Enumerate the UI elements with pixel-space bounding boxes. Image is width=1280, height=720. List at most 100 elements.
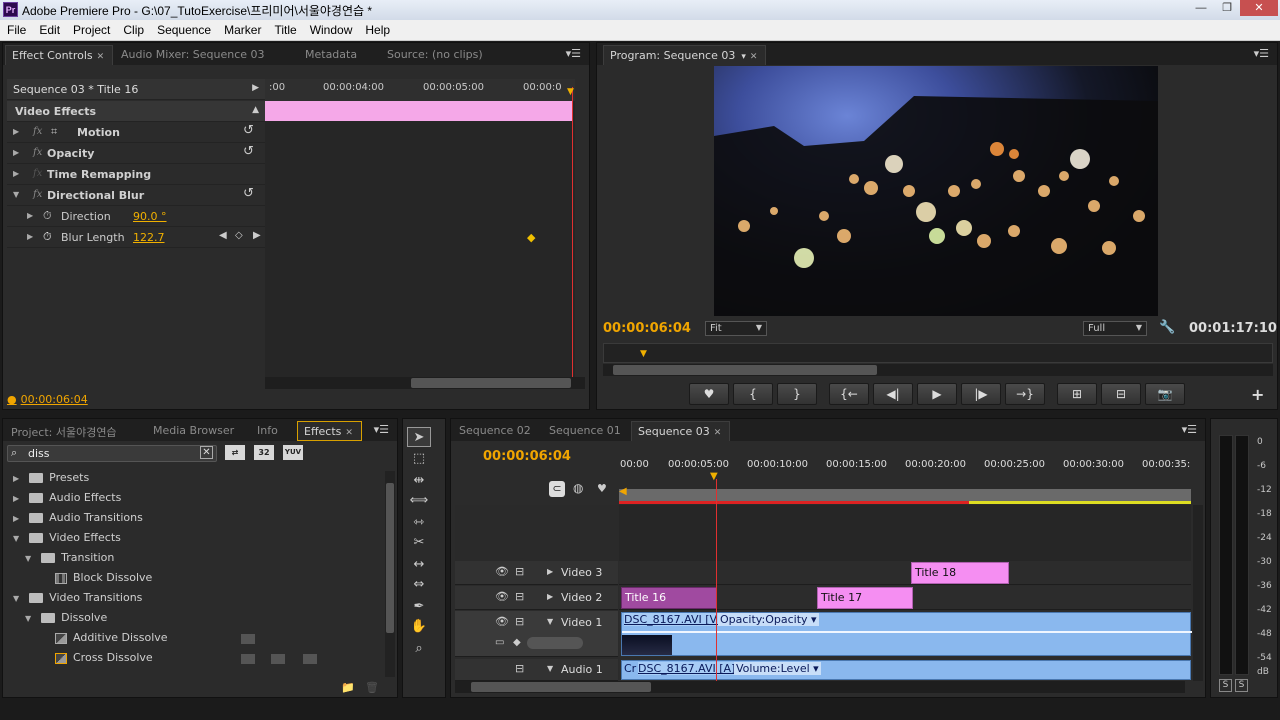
mark-in-button[interactable]: {: [733, 383, 773, 405]
lock-icon[interactable]: ⊟: [515, 590, 524, 603]
tree-item-video-transitions[interactable]: ▼ Video Transitions: [13, 591, 142, 611]
tab-audio-mixer[interactable]: Audio Mixer: Sequence 03: [115, 45, 273, 65]
eye-icon[interactable]: 👁: [495, 590, 509, 603]
menu-file[interactable]: File: [0, 20, 32, 37]
track-header-video1[interactable]: 👁 ⊟ ▼ Video 1 ▭ ◆: [455, 611, 618, 657]
blur-length-value[interactable]: 122.7: [133, 231, 165, 244]
panel-menu-icon[interactable]: ▾☰: [1182, 423, 1197, 436]
eye-icon[interactable]: 👁: [495, 565, 509, 578]
clip-title-17[interactable]: Title 17: [817, 587, 913, 609]
ec-timecode[interactable]: ● 00:00:06:04: [7, 393, 88, 406]
effect-row-motion[interactable]: ▶ fx ⌗ Motion ↺: [7, 122, 265, 143]
menu-project[interactable]: Project: [66, 20, 116, 37]
effects-scroll-thumb[interactable]: [386, 483, 394, 633]
tab-metadata[interactable]: Metadata: [299, 45, 365, 65]
panel-menu-icon[interactable]: ▾☰: [1254, 47, 1269, 60]
keyframe-nav-icon[interactable]: ◆: [513, 637, 521, 648]
menu-title[interactable]: Title: [267, 20, 302, 37]
close-tab-icon[interactable]: ✕: [97, 52, 105, 62]
collapse-track-icon[interactable]: ▼: [547, 664, 553, 673]
lock-icon[interactable]: ⊟: [515, 662, 524, 675]
expand-icon[interactable]: ▶: [27, 232, 33, 241]
direction-value[interactable]: 90.0 °: [133, 210, 167, 223]
slip-tool-icon[interactable]: ↔: [407, 555, 431, 575]
effect-row-time-remapping[interactable]: ▶ fx Time Remapping: [7, 164, 265, 185]
lock-icon[interactable]: ⊟: [515, 615, 524, 628]
play-button[interactable]: ▶: [917, 383, 957, 405]
collapse-icon[interactable]: ▲: [252, 105, 259, 115]
track-lane-video3[interactable]: [619, 561, 1191, 585]
ec-scrollbar[interactable]: [265, 377, 585, 389]
minimize-button[interactable]: —: [1188, 0, 1214, 16]
panel-menu-icon[interactable]: ▾☰: [566, 47, 581, 60]
fx-icon[interactable]: fx: [33, 147, 42, 158]
tab-media-browser[interactable]: Media Browser: [147, 421, 242, 441]
track-select-tool-icon[interactable]: ⬚: [407, 449, 431, 469]
program-timecode[interactable]: 00:00:06:04: [603, 321, 691, 336]
program-time-ruler[interactable]: ▼: [603, 343, 1273, 363]
ec-clip-bar[interactable]: [265, 101, 573, 121]
zoom-select[interactable]: Fit ▼: [705, 321, 767, 336]
expand-track-icon[interactable]: ▶: [547, 592, 553, 601]
tree-item-dissolve[interactable]: ▼ Dissolve: [25, 611, 107, 631]
reset-icon[interactable]: ↺: [243, 144, 254, 159]
lift-button[interactable]: ⊞: [1057, 383, 1097, 405]
prev-keyframe-icon[interactable]: ◀: [219, 230, 227, 241]
expand-track-icon[interactable]: ▶: [547, 567, 553, 576]
lock-icon[interactable]: ⊟: [515, 565, 524, 578]
solo-left-button[interactable]: S: [1219, 679, 1232, 692]
pen-tool-icon[interactable]: ✒: [407, 597, 431, 617]
zoom-tool-icon[interactable]: ⌕: [407, 639, 431, 659]
program-scroll-thumb[interactable]: [613, 365, 877, 375]
expand-icon[interactable]: ▶: [13, 127, 19, 136]
add-marker-icon[interactable]: ♥: [597, 482, 607, 495]
menu-marker[interactable]: Marker: [217, 20, 267, 37]
tab-sequence-01[interactable]: Sequence 01: [543, 421, 629, 441]
program-scrollbar[interactable]: [603, 364, 1273, 376]
selection-tool-icon[interactable]: ➤: [407, 427, 431, 447]
close-tab-icon[interactable]: ✕: [345, 428, 353, 438]
timeline-scrollbar[interactable]: [455, 681, 1185, 693]
export-frame-button[interactable]: 📷: [1145, 383, 1185, 405]
reset-icon[interactable]: ↺: [243, 123, 254, 138]
track-header-audio1[interactable]: ⊟ ▼ Audio 1: [455, 659, 618, 681]
reset-icon[interactable]: ↺: [243, 186, 254, 201]
track-header-video2[interactable]: 👁 ⊟ ▶ Video 2: [455, 586, 618, 610]
fx-icon[interactable]: fx: [33, 126, 42, 137]
razor-tool-icon[interactable]: ✂: [407, 533, 431, 553]
clip-fx-dropdown[interactable]: Opacity:Opacity ▾: [718, 613, 819, 626]
work-area-bar[interactable]: [619, 489, 1191, 501]
tree-item-cross-dissolve[interactable]: Cross Dissolve: [55, 651, 153, 671]
effects-scrollbar[interactable]: [385, 471, 395, 677]
menu-window[interactable]: Window: [303, 20, 359, 37]
stopwatch-active-icon[interactable]: ⏱: [43, 230, 52, 244]
solo-right-button[interactable]: S: [1235, 679, 1248, 692]
menu-edit[interactable]: Edit: [32, 20, 66, 37]
keyframe-controls[interactable]: [527, 637, 583, 649]
next-keyframe-icon[interactable]: ▶: [253, 230, 261, 241]
yuv-effects-icon[interactable]: YUV: [283, 445, 303, 460]
clip-video1[interactable]: DSC_8167.AVI [V] Opacity:Opacity ▾: [621, 612, 1192, 656]
step-forward-button[interactable]: |▶: [961, 383, 1001, 405]
tree-item-transition[interactable]: ▼ Transition: [25, 551, 114, 571]
expand-icon[interactable]: ▶: [27, 211, 33, 220]
panel-menu-icon[interactable]: ▾☰: [374, 423, 389, 436]
ec-scroll-thumb[interactable]: [411, 378, 571, 388]
menu-help[interactable]: Help: [358, 20, 396, 37]
mark-out-button[interactable]: }: [777, 383, 817, 405]
accelerated-effects-icon[interactable]: ⇄: [225, 445, 245, 460]
program-playhead-icon[interactable]: ▼: [640, 349, 647, 359]
opacity-line[interactable]: [622, 631, 1192, 633]
expand-icon[interactable]: ▶: [13, 169, 19, 178]
tree-item-audio-effects[interactable]: ▶ Audio Effects: [13, 491, 121, 511]
button-editor-add-icon[interactable]: +: [1251, 385, 1264, 404]
tree-item-video-effects[interactable]: ▼ Video Effects: [13, 531, 121, 551]
clear-search-icon[interactable]: ✕: [200, 446, 213, 459]
32bit-effects-icon[interactable]: 32: [254, 445, 274, 460]
extract-button[interactable]: ⊟: [1101, 383, 1141, 405]
display-style-icon[interactable]: ▭: [495, 637, 504, 648]
tab-sequence-02[interactable]: Sequence 02: [453, 421, 539, 441]
collapse-icon[interactable]: ▼: [13, 190, 19, 199]
timeline-timecode[interactable]: 00:00:06:04: [483, 449, 571, 464]
timeline-vscrollbar[interactable]: [1193, 505, 1203, 681]
